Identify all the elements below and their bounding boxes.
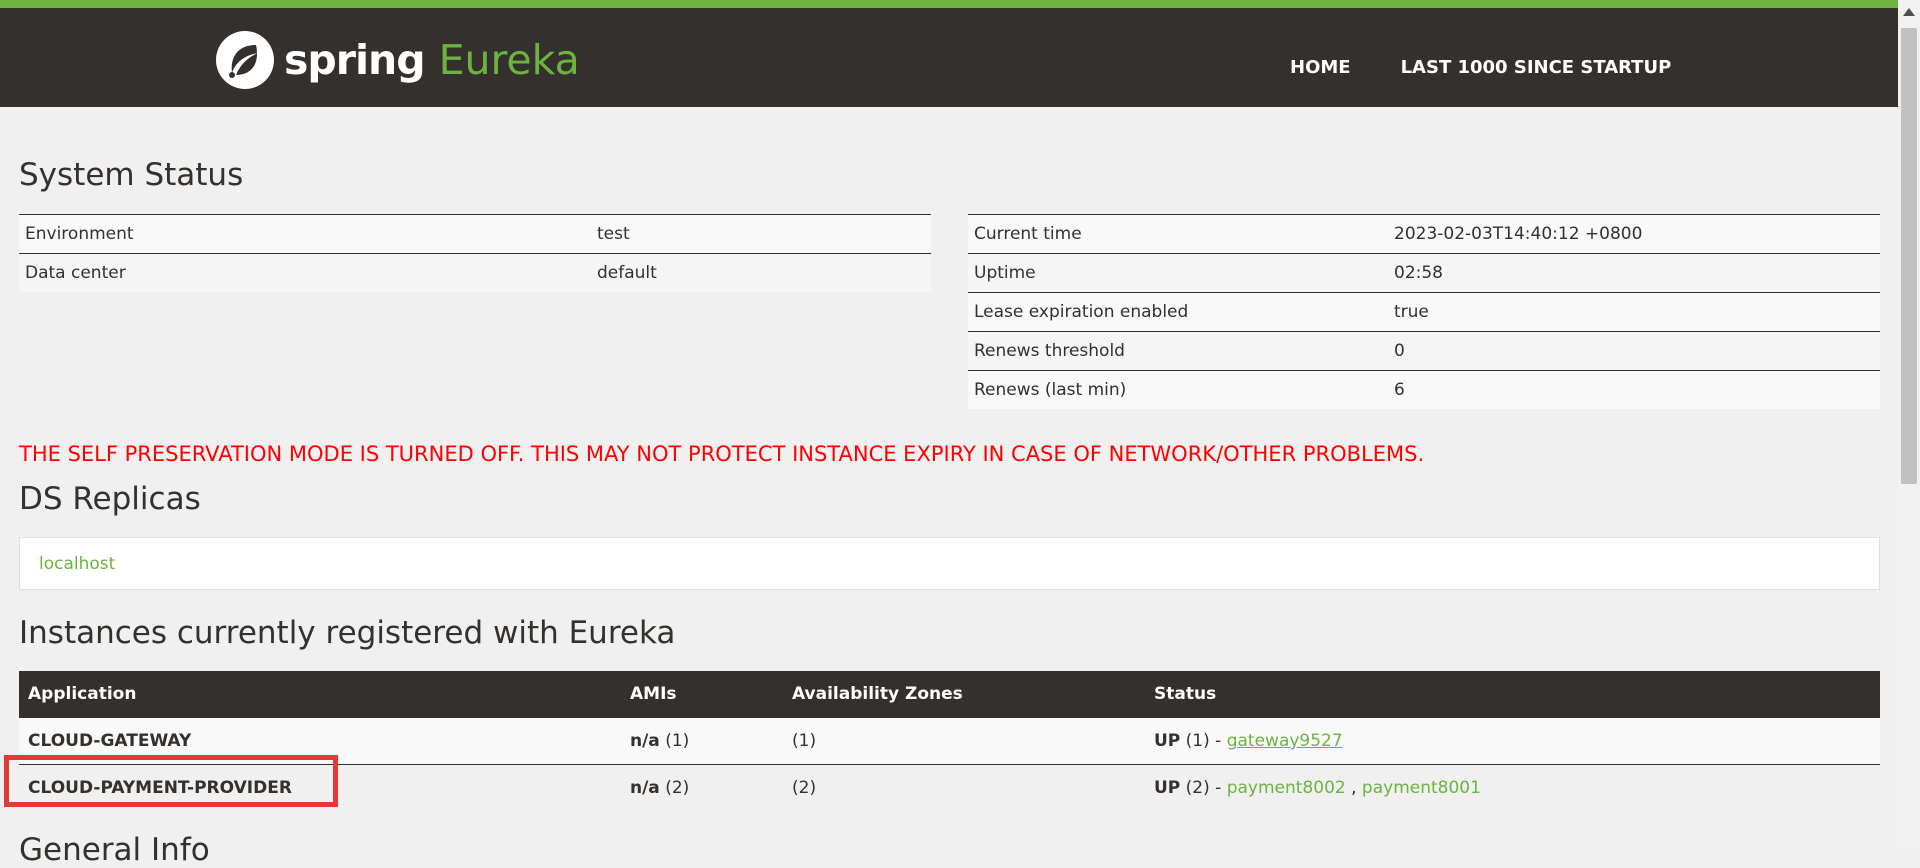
status-count: (1) - xyxy=(1185,731,1222,751)
status-label: UP xyxy=(1154,731,1181,751)
spring-leaf-icon xyxy=(216,31,274,89)
status-value: 0 xyxy=(1388,331,1880,371)
vertical-scrollbar[interactable] xyxy=(1898,0,1920,852)
instance-link-gateway9527[interactable]: gateway9527 xyxy=(1227,731,1343,751)
amis-cell: n/a (1) xyxy=(621,717,783,765)
status-key: Lease expiration enabled xyxy=(968,292,1388,332)
zones-cell: (1) xyxy=(783,717,1145,765)
nav-last1000-link[interactable]: LAST 1000 SINCE STARTUP xyxy=(1401,57,1672,78)
table-row: Renews threshold 0 xyxy=(968,331,1880,371)
status-value: test xyxy=(591,214,931,254)
status-value: 6 xyxy=(1388,370,1880,409)
status-label: UP xyxy=(1154,778,1181,798)
nav-links: HOME LAST 1000 SINCE STARTUP xyxy=(1290,57,1671,78)
status-cell: UP (2) - payment8002 , payment8001 xyxy=(1145,764,1880,811)
status-value: 2023-02-03T14:40:12 +0800 xyxy=(1388,214,1880,254)
scrollbar-thumb[interactable] xyxy=(1901,28,1917,484)
table-row: Uptime 02:58 xyxy=(968,253,1880,293)
link-separator: , xyxy=(1351,778,1357,798)
instance-link-payment8001[interactable]: payment8001 xyxy=(1362,778,1481,798)
status-key: Renews (last min) xyxy=(968,370,1388,409)
table-row: Environment test xyxy=(19,214,931,254)
amis-cell: n/a (2) xyxy=(621,764,783,811)
table-row: Data center default xyxy=(19,253,931,292)
brand-spring-text: spring xyxy=(284,36,426,84)
table-row: Renews (last min) 6 xyxy=(968,370,1880,409)
ami-label: n/a xyxy=(630,778,660,798)
system-status-heading: System Status xyxy=(19,157,244,193)
top-accent-stripe xyxy=(0,0,1898,8)
column-header-status: Status xyxy=(1145,671,1880,718)
status-value: true xyxy=(1388,292,1880,332)
column-header-zones: Availability Zones xyxy=(783,671,1145,718)
table-row: Current time 2023-02-03T14:40:12 +0800 xyxy=(968,214,1880,254)
status-value: default xyxy=(591,253,931,292)
scroll-up-icon[interactable] xyxy=(1903,8,1915,16)
status-key: Current time xyxy=(968,214,1388,254)
zones-cell: (2) xyxy=(783,764,1145,811)
status-count: (2) - xyxy=(1185,778,1222,798)
ami-count: (2) xyxy=(665,778,690,798)
instance-link-payment8002[interactable]: payment8002 xyxy=(1227,778,1346,798)
brand-logo[interactable]: spring Eureka xyxy=(216,28,580,92)
column-header-application: Application xyxy=(19,671,621,718)
general-info-heading: General Info xyxy=(19,832,210,868)
table-row: Lease expiration enabled true xyxy=(968,292,1880,332)
status-key: Data center xyxy=(19,253,591,292)
status-key: Environment xyxy=(19,214,591,254)
ds-replicas-list: localhost xyxy=(19,537,1880,590)
self-preservation-warning: THE SELF PRESERVATION MODE IS TURNED OFF… xyxy=(19,442,1425,466)
ds-replicas-heading: DS Replicas xyxy=(19,481,201,517)
highlight-annotation-box xyxy=(4,755,338,807)
table-header-row: Application AMIs Availability Zones Stat… xyxy=(19,671,1880,718)
status-value: 02:58 xyxy=(1388,253,1880,293)
system-status-right-table: Current time 2023-02-03T14:40:12 +0800 U… xyxy=(968,214,1880,409)
system-status-left-table: Environment test Data center default xyxy=(19,214,931,292)
status-cell: UP (1) - gateway9527 xyxy=(1145,717,1880,765)
status-key: Uptime xyxy=(968,253,1388,293)
brand-eureka-text: Eureka xyxy=(438,36,580,84)
ami-count: (1) xyxy=(665,731,690,751)
instances-heading: Instances currently registered with Eure… xyxy=(19,615,676,651)
ami-label: n/a xyxy=(630,731,660,751)
navbar: spring Eureka HOME LAST 1000 SINCE START… xyxy=(0,8,1898,107)
column-header-amis: AMIs xyxy=(621,671,783,718)
replica-link[interactable]: localhost xyxy=(39,554,115,574)
status-key: Renews threshold xyxy=(968,331,1388,371)
nav-home-link[interactable]: HOME xyxy=(1290,57,1351,78)
